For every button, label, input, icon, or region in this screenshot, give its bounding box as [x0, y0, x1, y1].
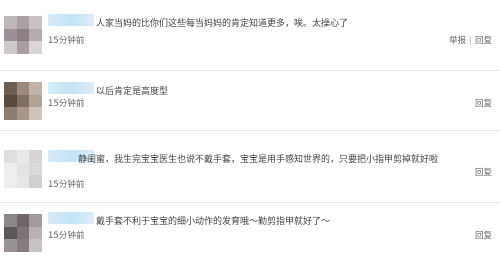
comment-item: 人家当妈的比你们这些每当妈妈的肯定知道更多，唉。太操心了 15分钟前 举报 | 回复 [0, 0, 500, 71]
avatar-pixel [16, 150, 30, 163]
avatar-pixel [16, 162, 30, 176]
comment-actions: 回复 [475, 97, 492, 109]
avatar-pixel [4, 41, 17, 54]
avatar-pixel [29, 94, 42, 108]
avatar-pixel [4, 226, 17, 240]
reply-link[interactable]: 回复 [475, 231, 492, 241]
username[interactable] [48, 14, 94, 26]
comment-time: 15分钟前 [48, 36, 85, 46]
reply-link[interactable]: 回复 [475, 99, 492, 109]
avatar-pixel [29, 107, 42, 120]
reply-link[interactable]: 回复 [475, 36, 492, 46]
comment-time: 15分钟前 [48, 99, 85, 109]
comment-item: 以后肯定是高度型 15分钟前 回复 [0, 70, 500, 131]
avatar-pixel [4, 150, 17, 163]
avatar-pixel [4, 239, 17, 252]
divider: | [469, 36, 472, 46]
avatar-pixel [16, 94, 30, 108]
comment-text: 人家当妈的比你们这些每当妈妈的肯定知道更多，唉。太操心了 [96, 19, 349, 29]
reply-link[interactable]: 回复 [475, 168, 492, 178]
comment-time: 15分钟前 [48, 231, 85, 241]
avatar[interactable] [4, 82, 42, 120]
comment-actions: 回复 [475, 229, 492, 241]
comment-list: 人家当妈的比你们这些每当妈妈的肯定知道更多，唉。太操心了 15分钟前 举报 | 回复… [0, 0, 500, 270]
avatar[interactable] [4, 150, 42, 188]
avatar-pixel [4, 107, 17, 120]
comment-actions: 回复 [475, 166, 492, 178]
avatar[interactable] [4, 16, 42, 54]
avatar-pixel [29, 16, 42, 29]
avatar-pixel [4, 214, 17, 227]
avatar-pixel [16, 82, 30, 95]
avatar-pixel [29, 162, 42, 176]
avatar-pixel [29, 28, 42, 42]
avatar-pixel [29, 82, 42, 95]
avatar-pixel [16, 214, 30, 227]
avatar-pixel [29, 41, 42, 54]
avatar-pixel [16, 107, 30, 120]
avatar-pixel [29, 226, 42, 240]
comment-item: 静闺蜜，我生完宝宝医生也说不戴手套，宝宝是用手感知世界的，只要把小指甲剪掉就好啦… [0, 130, 500, 203]
avatar-pixel [4, 28, 17, 42]
avatar-pixel [4, 16, 17, 29]
avatar-pixel [16, 28, 30, 42]
avatar-pixel [29, 175, 42, 188]
avatar-pixel [4, 175, 17, 188]
avatar-pixel [4, 162, 17, 176]
username[interactable] [48, 212, 94, 224]
report-link[interactable]: 举报 [449, 36, 466, 46]
comment-text: 以后肯定是高度型 [96, 87, 169, 97]
avatar-pixel [29, 150, 42, 163]
username[interactable] [48, 82, 94, 94]
avatar-pixel [16, 226, 30, 240]
comment-time: 15分钟前 [48, 180, 85, 190]
comment-item: 戴手套不利于宝宝的细小动作的发育哦～勤剪指甲就好了～ 15分钟前 回复 [0, 202, 500, 270]
avatar-pixel [16, 16, 30, 29]
avatar-pixel [29, 239, 42, 252]
comment-text: 戴手套不利于宝宝的细小动作的发育哦～勤剪指甲就好了～ [96, 217, 331, 227]
avatar-pixel [4, 82, 17, 95]
comment-text: 静闺蜜，我生完宝宝医生也说不戴手套，宝宝是用手感知世界的，只要把小指甲剪掉就好啦 [78, 155, 439, 165]
comment-actions: 举报 | 回复 [449, 34, 492, 46]
avatar-pixel [4, 94, 17, 108]
avatar-pixel [29, 214, 42, 227]
avatar-pixel [16, 41, 30, 54]
avatar[interactable] [4, 214, 42, 252]
avatar-pixel [16, 239, 30, 252]
avatar-pixel [16, 175, 30, 188]
